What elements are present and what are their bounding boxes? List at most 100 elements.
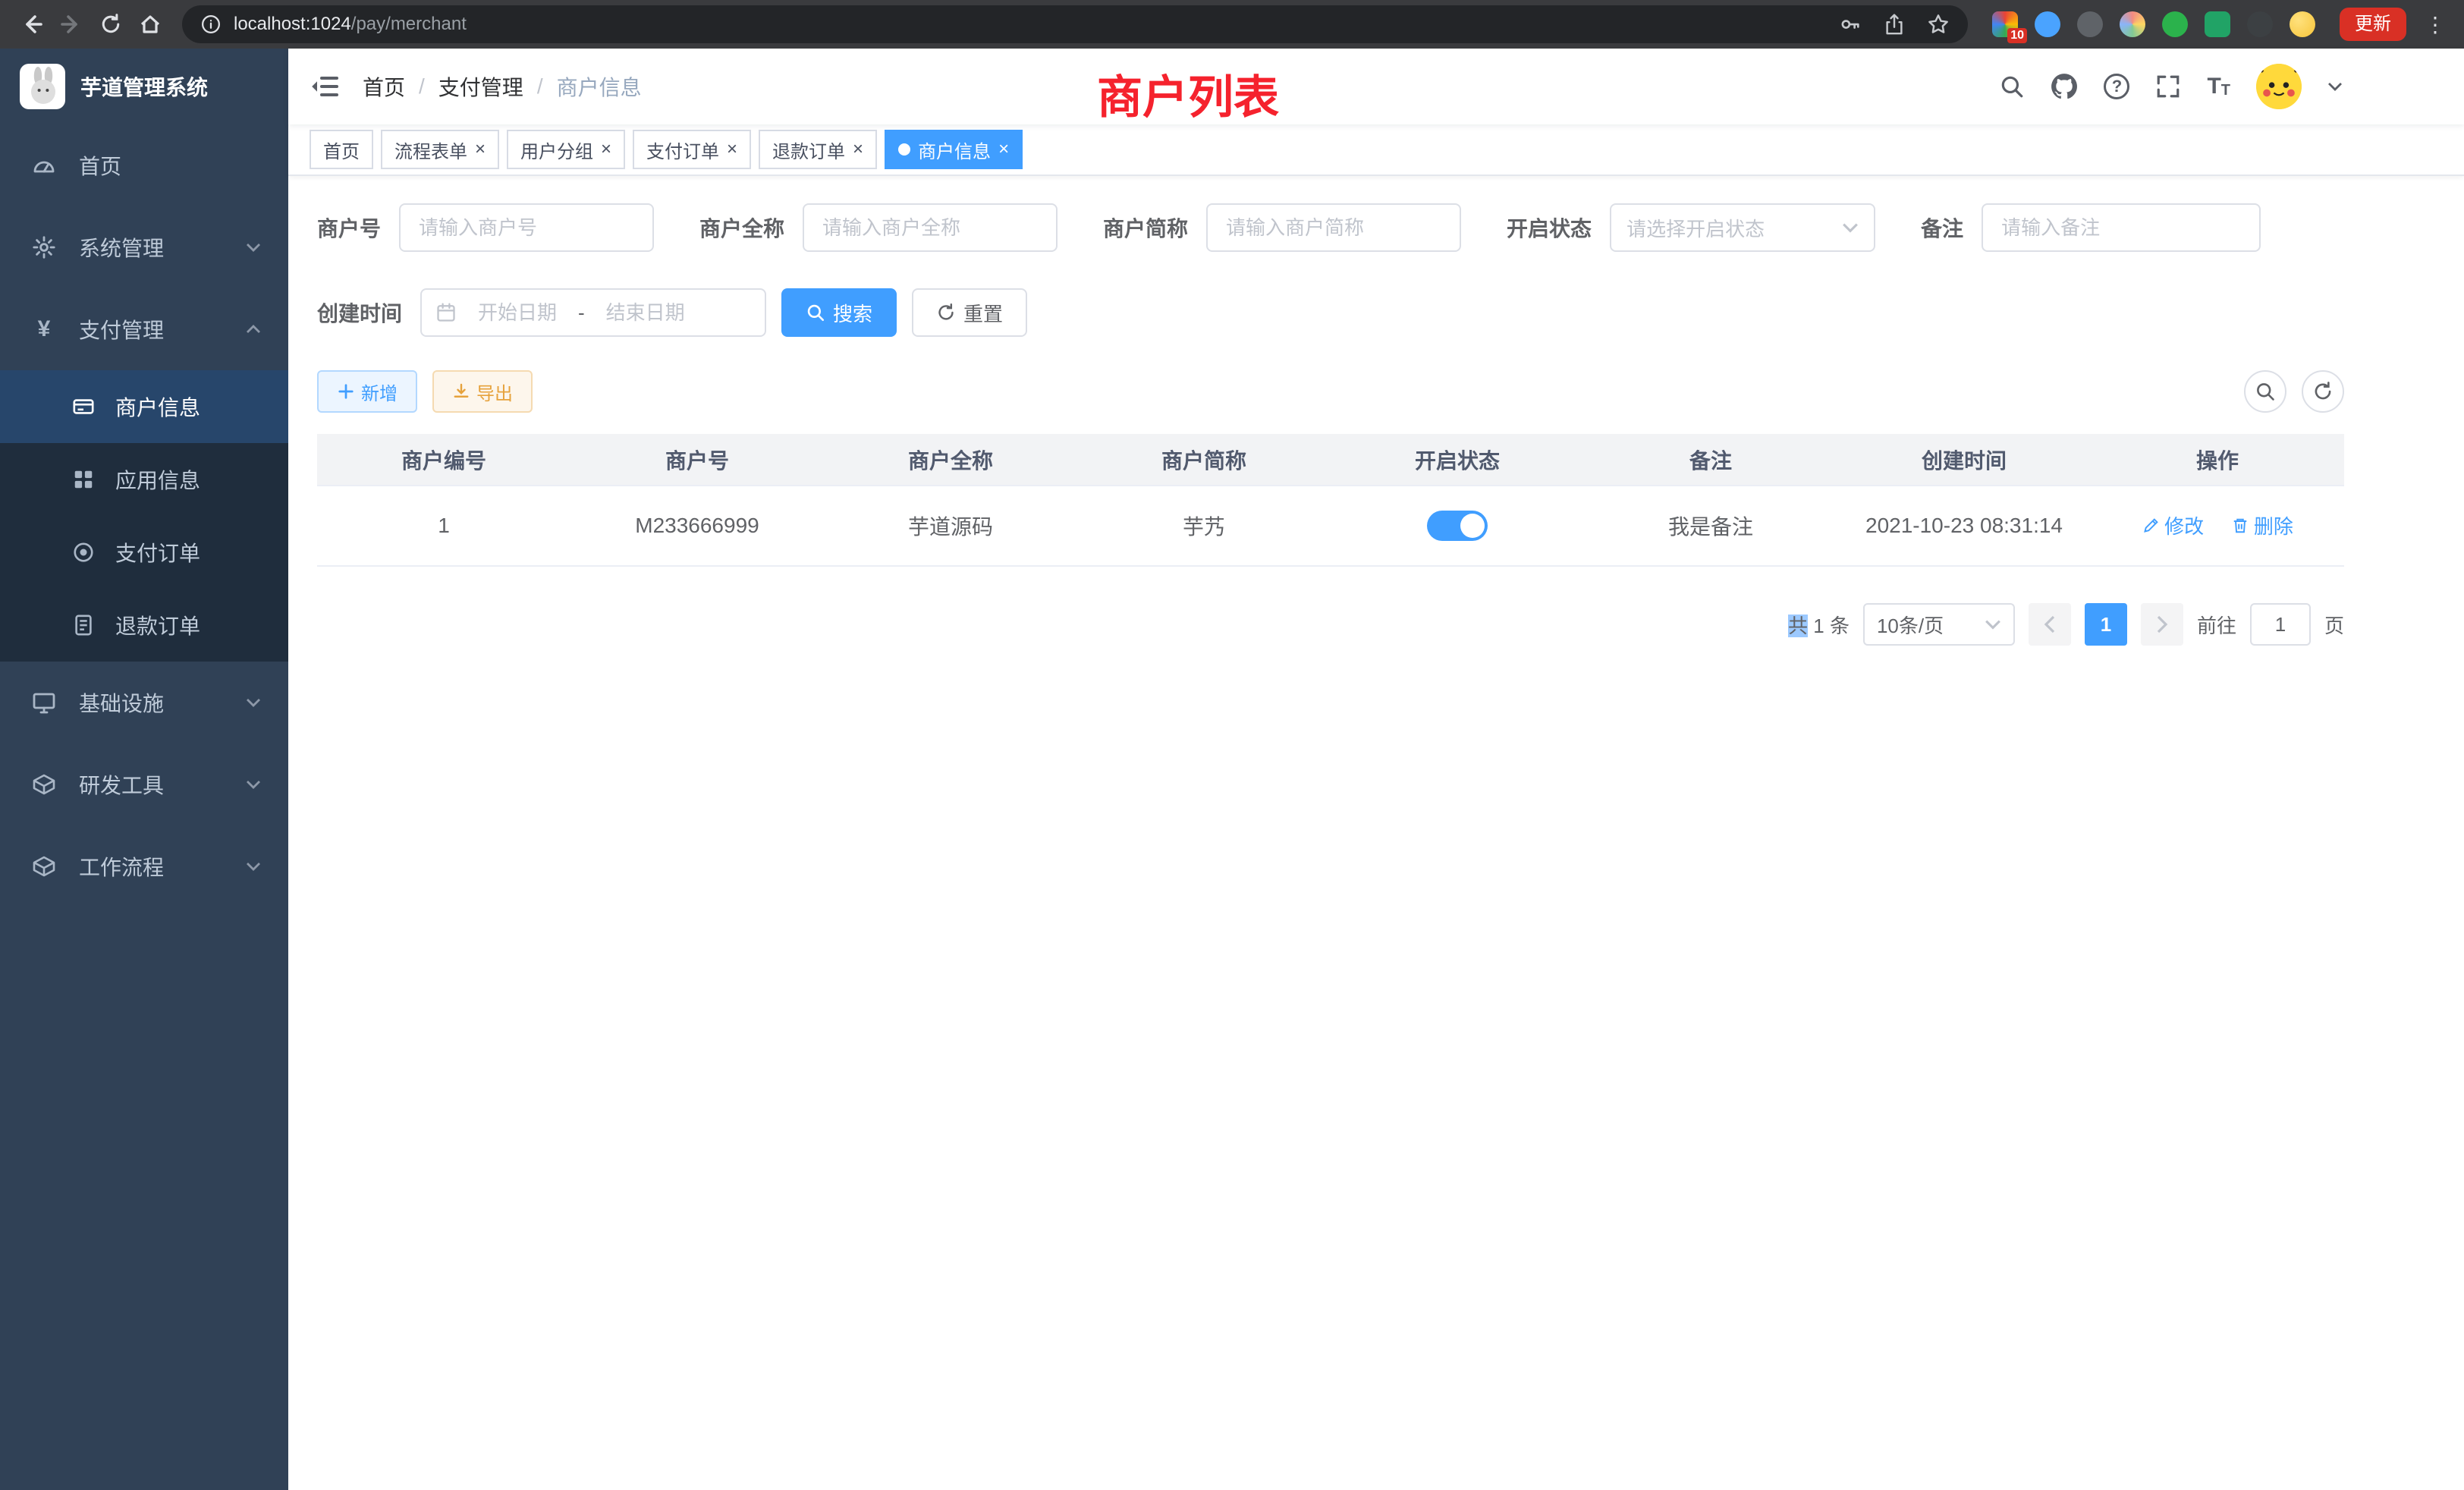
github-icon[interactable] xyxy=(2051,73,2078,100)
edit-link[interactable]: 修改 xyxy=(2142,511,2204,539)
merchant-name-input[interactable] xyxy=(803,203,1058,252)
browser-update-button[interactable]: 更新 xyxy=(2340,8,2406,41)
extension-icon[interactable] xyxy=(2077,11,2103,37)
sidebar-item-dev-tools[interactable]: 研发工具 xyxy=(0,743,288,825)
cell-status xyxy=(1331,486,1584,566)
tab-user-group[interactable]: 用户分组× xyxy=(507,130,625,169)
pagination: 共 1 条 10条/页 1 前往 页 xyxy=(317,603,2344,646)
tab-process-form[interactable]: 流程表单× xyxy=(381,130,499,169)
table-header-cell: 创建时间 xyxy=(1837,434,2091,486)
close-icon[interactable]: × xyxy=(998,140,1009,159)
delete-link[interactable]: 删除 xyxy=(2231,511,2293,539)
browser-refresh-button[interactable] xyxy=(91,5,130,44)
search-icon[interactable] xyxy=(1999,74,2025,99)
next-page-button[interactable] xyxy=(2141,603,2183,646)
delete-link-label: 删除 xyxy=(2254,511,2293,539)
browser-back-button[interactable] xyxy=(12,5,52,44)
extension-icon[interactable] xyxy=(2247,11,2273,37)
extension-icon[interactable] xyxy=(2120,11,2145,37)
export-button[interactable]: 导出 xyxy=(432,370,533,413)
browser-home-button[interactable] xyxy=(130,5,170,44)
star-icon[interactable] xyxy=(1927,13,1950,36)
page-size-select[interactable]: 10条/页 xyxy=(1863,603,2015,646)
font-size-icon[interactable]: TT xyxy=(2207,74,2230,99)
extension-icon[interactable]: 10 xyxy=(1992,11,2018,37)
sidebar-item-pay-order[interactable]: 支付订单 xyxy=(0,516,288,589)
end-date-input[interactable] xyxy=(591,301,700,325)
sidebar-item-payment[interactable]: ¥ 支付管理 xyxy=(0,288,288,370)
start-date-input[interactable] xyxy=(463,301,572,325)
filter-label: 开启状态 xyxy=(1507,212,1592,243)
hamburger-icon[interactable] xyxy=(311,74,338,99)
key-icon[interactable] xyxy=(1839,13,1862,36)
app-logo[interactable]: 芋道管理系统 xyxy=(0,49,288,124)
sidebar-item-system[interactable]: 系统管理 xyxy=(0,206,288,288)
goto-page-input[interactable] xyxy=(2250,603,2311,646)
sidebar-item-app-info[interactable]: 应用信息 xyxy=(0,443,288,516)
menu-dots-icon[interactable]: ⋮ xyxy=(2418,12,2452,37)
filter-merchant-no: 商户号 xyxy=(317,203,654,252)
chevron-down-icon xyxy=(246,243,261,252)
sidebar-item-workflow[interactable]: 工作流程 xyxy=(0,825,288,907)
filter-create-time: 创建时间 - xyxy=(317,288,766,337)
sidebar-submenu-payment: 商户信息 应用信息 支付订单 退款订单 xyxy=(0,370,288,662)
add-button[interactable]: 新增 xyxy=(317,370,417,413)
help-icon[interactable]: ? xyxy=(2104,74,2129,99)
filter-label: 创建时间 xyxy=(317,297,402,328)
fullscreen-icon[interactable] xyxy=(2155,74,2181,99)
merchant-table: 商户编号 商户号 商户全称 商户简称 开启状态 备注 创建时间 操作 1 M23… xyxy=(317,434,2344,567)
main-area: 商户列表 首页 / 支付管理 / 商户信息 ? TT xyxy=(288,49,2464,1490)
tab-label: 首页 xyxy=(323,137,360,163)
tab-home[interactable]: 首页 xyxy=(310,130,373,169)
toggle-search-button[interactable] xyxy=(2244,370,2286,413)
breadcrumb: 首页 / 支付管理 / 商户信息 xyxy=(363,71,642,102)
cell-merchant-id: 1 xyxy=(317,486,570,566)
extension-icon[interactable] xyxy=(2290,11,2315,37)
app-title: 芋道管理系统 xyxy=(80,71,208,102)
sidebar-item-refund-order[interactable]: 退款订单 xyxy=(0,589,288,662)
breadcrumb-section[interactable]: 支付管理 xyxy=(438,71,523,102)
filter-row-1: 商户号 商户全称 商户简称 开启状态 请选择开启状态 xyxy=(317,203,2344,252)
extension-icon[interactable] xyxy=(2205,11,2230,37)
close-icon[interactable]: × xyxy=(853,140,863,159)
extension-icon[interactable] xyxy=(2035,11,2060,37)
url-text[interactable]: localhost:1024/pay/merchant xyxy=(234,14,467,35)
merchant-no-input[interactable] xyxy=(399,203,654,252)
date-range-picker[interactable]: - xyxy=(420,288,766,337)
status-toggle[interactable] xyxy=(1427,511,1488,541)
refresh-table-button[interactable] xyxy=(2302,370,2344,413)
reset-button[interactable]: 重置 xyxy=(912,288,1027,337)
sidebar-item-infrastructure[interactable]: 基础设施 xyxy=(0,662,288,743)
status-select[interactable]: 请选择开启状态 xyxy=(1610,203,1875,252)
search-button[interactable]: 搜索 xyxy=(781,288,897,337)
user-avatar[interactable] xyxy=(2256,64,2302,109)
close-icon[interactable]: × xyxy=(601,140,611,159)
extension-icon[interactable] xyxy=(2162,11,2188,37)
chevron-down-icon xyxy=(246,698,261,707)
edit-icon xyxy=(2142,517,2160,535)
tab-pay-order[interactable]: 支付订单× xyxy=(633,130,751,169)
share-icon[interactable] xyxy=(1883,13,1906,36)
address-bar[interactable]: localhost:1024/pay/merchant xyxy=(182,5,1968,43)
filter-label: 商户号 xyxy=(317,212,381,243)
sidebar: 芋道管理系统 首页 系统管理 ¥ 支付管理 商户信息 xyxy=(0,49,288,1490)
filter-merchant-short: 商户简称 xyxy=(1103,203,1461,252)
info-icon[interactable] xyxy=(200,14,222,35)
tab-refund-order[interactable]: 退款订单× xyxy=(759,130,877,169)
browser-forward-button[interactable] xyxy=(52,5,91,44)
tab-merchant-info[interactable]: 商户信息× xyxy=(885,130,1023,169)
sidebar-item-label: 支付管理 xyxy=(79,314,164,344)
sidebar-item-home[interactable]: 首页 xyxy=(0,124,288,206)
table-row: 1 M233666999 芋道源码 芋艿 我是备注 2021-10-23 08:… xyxy=(317,486,2344,566)
remark-input[interactable] xyxy=(1982,203,2261,252)
merchant-short-input[interactable] xyxy=(1206,203,1461,252)
toggle-knob xyxy=(1460,514,1485,538)
prev-page-button[interactable] xyxy=(2029,603,2071,646)
close-icon[interactable]: × xyxy=(727,140,737,159)
chevron-down-icon[interactable] xyxy=(2327,82,2343,91)
page-number-1[interactable]: 1 xyxy=(2085,603,2127,646)
sidebar-item-merchant-info[interactable]: 商户信息 xyxy=(0,370,288,443)
pikachu-avatar xyxy=(2256,64,2302,109)
close-icon[interactable]: × xyxy=(475,140,486,159)
breadcrumb-home[interactable]: 首页 xyxy=(363,71,405,102)
